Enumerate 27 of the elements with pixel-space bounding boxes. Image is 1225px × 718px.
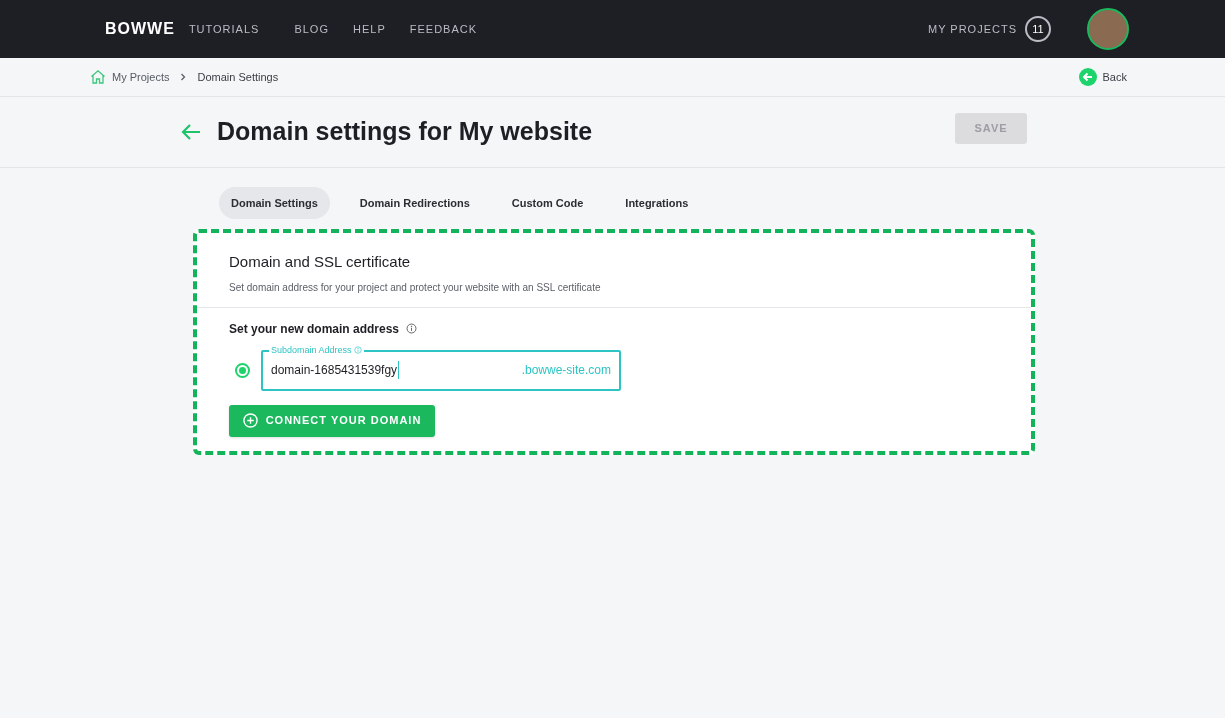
info-icon [353,346,362,355]
back-link[interactable]: Back [1078,68,1127,86]
nav-link[interactable]: FEEDBACK [409,20,478,38]
tab[interactable]: Domain Redirections [347,187,482,219]
nav-link[interactable]: HELP [353,20,386,38]
nav-link[interactable]: TUTORIALS [188,20,260,38]
project-count: 11 [1025,16,1051,42]
radio-button[interactable] [235,362,250,378]
card-subtitle: Set domain address for your project and protect your website with an SSL certificate [229,280,602,295]
nav-link[interactable]: BLOG [294,20,329,38]
breadcrumb-current: Domain Settings [197,69,279,85]
card-title: Domain and SSL certificate [229,252,412,272]
breadcrumb-link[interactable]: My Projects [112,68,170,86]
my-projects-link[interactable]: MY PROJECTS [927,20,1017,38]
home-icon[interactable] [90,69,106,85]
tab[interactable]: Integrations [613,187,701,219]
tab[interactable]: Custom Code [499,187,596,219]
page-title: Domain settings for My website [217,116,593,148]
domain-suffix: .bowwe-site.com [521,362,611,379]
tab[interactable]: Domain Settings [219,187,330,219]
logo[interactable]: BOWWE [105,21,175,37]
chevron-icon [179,73,188,81]
avatar[interactable] [1087,8,1129,50]
field-value: domain-1685431539fgy [271,361,400,379]
info-icon [406,323,418,334]
section-label: Set your new domain address [229,320,400,338]
plus-circle-icon [242,413,258,428]
